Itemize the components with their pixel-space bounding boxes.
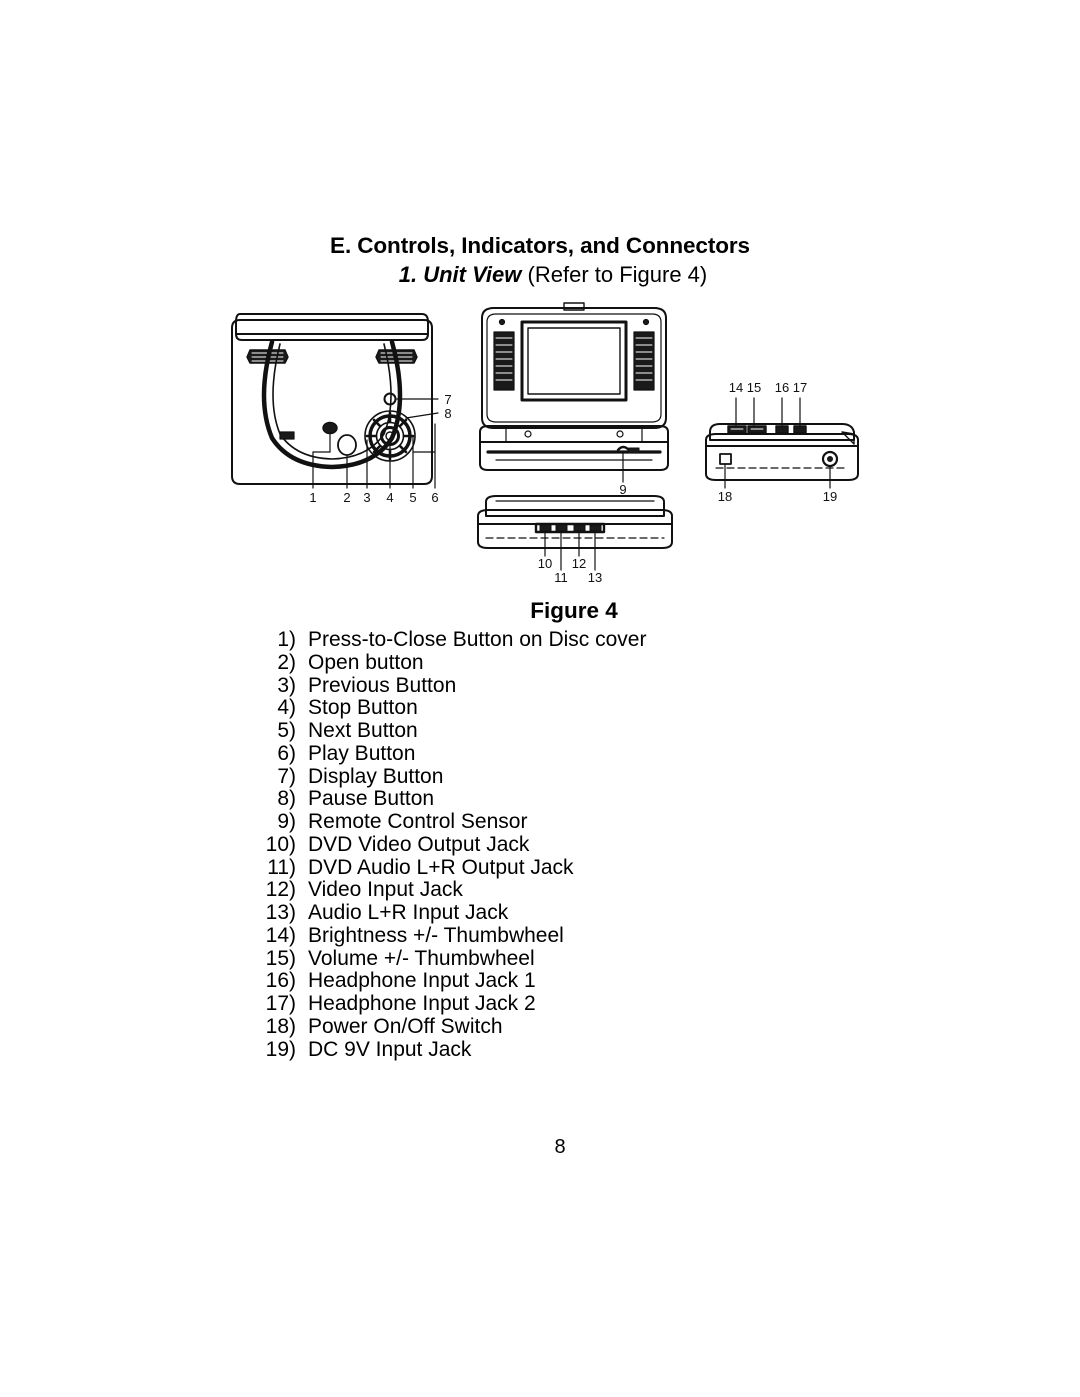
callout-12: 12 (572, 556, 586, 571)
list-item-number: 17) (265, 992, 296, 1015)
callout-14: 14 (729, 380, 743, 395)
list-item: 6) Play Button (250, 741, 810, 766)
subsection-label: 1. Unit View (398, 261, 522, 287)
list-item-number: 18) (265, 1014, 296, 1038)
list-item: 11) DVD Audio L+R Output Jack (250, 855, 810, 880)
callout-8: 8 (444, 406, 451, 421)
callout-9: 9 (619, 482, 626, 497)
list-item-label: Headphone Input Jack 2 (308, 992, 536, 1015)
list-item: 15) Volume +/- Thumbwheel (250, 946, 810, 971)
list-item: 17) Headphone Input Jack 2 (250, 992, 810, 1016)
callout-13: 13 (588, 570, 602, 585)
front-view-open-lcd: 9 (479, 302, 669, 497)
list-item: 16) Headphone Input Jack 1 (250, 969, 810, 993)
list-item-number: 2) (277, 650, 296, 674)
callout-15: 15 (747, 380, 761, 395)
callout-2: 2 (343, 490, 350, 505)
list-item-number: 13) (265, 901, 296, 924)
list-item-label: DC 9V Input Jack (308, 1037, 472, 1061)
list-item-number: 10) (265, 832, 296, 856)
list-item-label: DVD Video Output Jack (308, 832, 530, 856)
list-item-number: 5) (277, 719, 296, 742)
list-item-number: 3) (277, 673, 296, 697)
list-item: 3) Previous Button (250, 673, 810, 698)
figure-4-artwork: 1 2 3 4 5 6 7 8 9 10 11 12 13 14 15 16 1… (210, 300, 870, 595)
list-item-number: 8) (277, 787, 296, 811)
list-item-label: Previous Button (308, 673, 457, 697)
heading-block: E. Controls, Indicators, and Connectors … (0, 233, 1080, 288)
list-item-number: 15) (265, 946, 296, 970)
list-item-label: DVD Audio L+R Output Jack (308, 855, 574, 879)
list-item-number: 19) (265, 1037, 296, 1061)
list-item-label: Audio L+R Input Jack (308, 901, 509, 924)
list-item: 13) Audio L+R Input Jack (250, 901, 810, 925)
subsection-line: 1. Unit View (Refer to Figure 4) (0, 262, 1080, 288)
list-item: 1) Press-to-Close Button on Disc cover (250, 628, 810, 652)
callout-7: 7 (444, 392, 451, 407)
list-item-label: Brightness +/- Thumbwheel (308, 923, 564, 947)
list-item-label: Play Button (308, 741, 416, 765)
list-item-label: Stop Button (308, 696, 418, 720)
subsection-note: (Refer to Figure 4) (527, 261, 708, 287)
callout-11: 11 (554, 570, 568, 585)
callout-6: 6 (431, 490, 438, 505)
callout-10: 10 (538, 556, 552, 571)
list-item-label: Video Input Jack (308, 878, 463, 902)
callout-17: 17 (793, 380, 807, 395)
callout-16: 16 (775, 380, 789, 395)
list-item: 14) Brightness +/- Thumbwheel (250, 923, 810, 948)
list-item-number: 9) (277, 810, 296, 833)
section-title: E. Controls, Indicators, and Connectors (330, 233, 750, 258)
callout-1: 1 (309, 490, 316, 505)
list-item: 12) Video Input Jack (250, 878, 810, 902)
list-item: 4) Stop Button (250, 696, 810, 720)
list-item-label: Display Button (308, 764, 444, 788)
list-item-label: Volume +/- Thumbwheel (308, 946, 535, 970)
callout-19: 19 (823, 489, 837, 504)
list-item: 10) DVD Video Output Jack (250, 832, 810, 857)
list-item: 18) Power On/Off Switch (250, 1014, 810, 1039)
top-view-closed-disc-cover: 1 2 3 4 5 6 7 8 (231, 313, 452, 505)
list-item-label: Pause Button (308, 787, 435, 811)
callout-4: 4 (386, 490, 393, 505)
list-item-label: Remote Control Sensor (308, 810, 528, 833)
front-edge-view-jacks: 10 11 12 13 (477, 495, 673, 585)
list-item-number: 7) (277, 764, 296, 788)
list-item-label: Headphone Input Jack 1 (308, 969, 536, 993)
document-page: E. Controls, Indicators, and Connectors … (0, 0, 1080, 1397)
list-item: 2) Open button (250, 650, 810, 675)
list-item-number: 4) (277, 696, 296, 720)
list-item-number: 1) (277, 628, 296, 651)
list-item-number: 14) (265, 923, 296, 947)
callout-3: 3 (363, 490, 370, 505)
list-item: 9) Remote Control Sensor (250, 810, 810, 834)
list-item: 8) Pause Button (250, 787, 810, 811)
list-item-label: Next Button (308, 719, 418, 742)
page-number: 8 (554, 1136, 566, 1158)
list-item: 7) Display Button (250, 764, 810, 789)
list-item-label: Press-to-Close Button on Disc cover (308, 628, 647, 651)
right-side-view-controls: 14 15 16 17 18 19 (705, 380, 859, 504)
list-item-label: Power On/Off Switch (308, 1014, 503, 1038)
list-item-number: 16) (265, 969, 296, 993)
list-item-label: Open button (308, 650, 424, 674)
list-item-number: 11) (267, 855, 296, 879)
legend-list: 1) Press-to-Close Button on Disc cover 2… (250, 628, 810, 1062)
list-item-number: 6) (277, 741, 296, 765)
list-item: 5) Next Button (250, 719, 810, 743)
figure-caption: Figure 4 (530, 598, 618, 623)
list-item: 19) DC 9V Input Jack (250, 1037, 810, 1062)
callout-18: 18 (718, 489, 732, 504)
callout-5: 5 (409, 490, 416, 505)
list-item-number: 12) (265, 878, 296, 902)
